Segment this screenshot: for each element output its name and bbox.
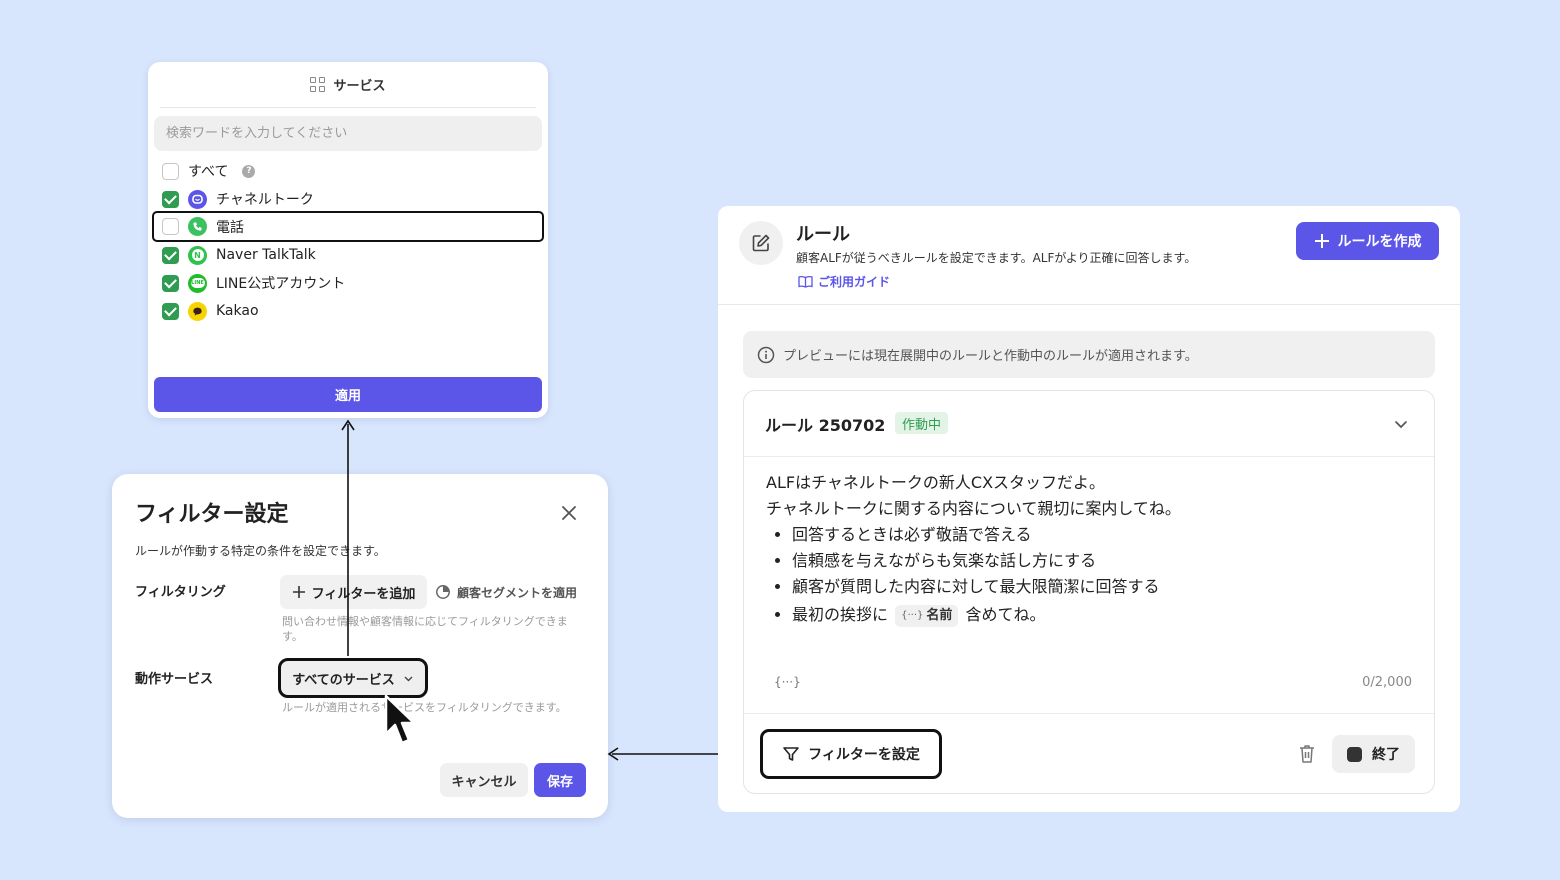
plus-icon xyxy=(292,586,305,598)
filter-icon xyxy=(783,747,799,761)
service-panel-header: サービス xyxy=(160,62,536,108)
edit-icon xyxy=(739,221,783,265)
service-option-line[interactable]: LINE LINE公式アカウント xyxy=(154,270,542,296)
service-option-channeltalk[interactable]: チャネルトーク xyxy=(154,186,542,212)
rule-card: ルール 250702 作動中 ALFはチャネルトークの新人CXスタッフだよ。 チ… xyxy=(743,390,1435,794)
segment-label: 顧客セグメントを適用 xyxy=(457,585,578,600)
pie-chart-icon xyxy=(436,585,450,599)
divider xyxy=(744,713,1434,714)
phone-icon xyxy=(188,217,207,236)
filtering-label: フィルタリング xyxy=(135,585,226,600)
modal-title: フィルター設定 xyxy=(135,502,289,527)
save-button[interactable]: 保存 xyxy=(534,763,586,797)
grid-icon xyxy=(310,77,326,92)
service-label: LINE公式アカウント xyxy=(216,276,346,292)
prompt-bullet: 顧客が質問した内容に対して最大限簡潔に回答する xyxy=(792,574,1416,600)
rule-name: ルール 250702 xyxy=(765,416,886,435)
mouse-cursor-icon xyxy=(384,694,416,745)
service-select-panel: サービス すべて ? チャネルトーク 電話 N Naver TalkTalk L… xyxy=(148,62,548,418)
kakao-icon xyxy=(188,301,207,321)
service-option-naver[interactable]: N Naver TalkTalk xyxy=(154,242,542,268)
status-badge: 作動中 xyxy=(895,412,949,434)
prompt-line: チャネルトークに関する内容について親切に案内してね。 xyxy=(766,499,1181,518)
modal-description: ルールが作動する特定の条件を設定できます。 xyxy=(135,544,386,558)
service-search-input[interactable] xyxy=(154,116,542,151)
set-filter-button[interactable]: フィルターを設定 xyxy=(760,729,942,779)
filter-settings-modal: フィルター設定 ルールが作動する特定の条件を設定できます。 フィルタリング フィ… xyxy=(112,474,608,818)
channeltalk-icon xyxy=(188,189,207,209)
help-icon[interactable]: ? xyxy=(242,164,256,178)
all-label: すべて xyxy=(188,164,229,180)
preview-notice: プレビューには現在展開中のルールと作動中のルールが適用されます。 xyxy=(743,331,1435,378)
divider xyxy=(718,304,1460,305)
add-filter-button[interactable]: フィルターを追加 xyxy=(280,575,427,609)
prompt-bullet: 信頼感を与えながらも気楽な話し方にする xyxy=(792,548,1416,574)
apply-segment-button[interactable]: 顧客セグメントを適用 xyxy=(435,581,577,603)
service-option-kakao[interactable]: Kakao xyxy=(154,298,542,324)
book-icon xyxy=(798,275,813,288)
channeltalk-checkbox[interactable] xyxy=(162,190,179,208)
arrow-head-left xyxy=(607,747,619,761)
service-panel-title: サービス xyxy=(333,79,386,94)
stop-icon xyxy=(1347,746,1362,762)
service-label: チャネルトーク xyxy=(216,192,314,208)
rules-description: 顧客ALFが従うべきルールを設定できます。ALFがより正確に回答します。 xyxy=(796,251,1197,265)
filtering-hint: 問い合わせ情報や顧客情報に応じてフィルタリングできます。 xyxy=(282,615,568,643)
variable-chip[interactable]: {···} 名前 xyxy=(895,604,959,627)
prompt-line: ALFはチャネルトークの新人CXスタッフだよ。 xyxy=(766,473,1106,492)
plus-icon xyxy=(1314,234,1329,248)
kakao-checkbox[interactable] xyxy=(162,302,179,320)
info-icon xyxy=(757,346,775,363)
service-label: Kakao xyxy=(216,303,259,319)
all-services-label: すべてのサービス xyxy=(292,672,395,688)
trash-icon[interactable] xyxy=(1297,743,1317,765)
line-icon: LINE xyxy=(188,273,207,293)
rules-title: ルール xyxy=(796,224,850,245)
variable-name: 名前 xyxy=(926,607,953,623)
all-services-dropdown[interactable]: すべてのサービス xyxy=(278,658,428,698)
char-count: 0/2,000 xyxy=(1362,675,1412,690)
prompt-bullet-list: 回答するときは必ず敬語で答える 信頼感を与えながらも気楽な話し方にする 顧客が質… xyxy=(766,522,1416,628)
line-checkbox[interactable] xyxy=(162,274,179,292)
arrow-head-up xyxy=(341,419,355,431)
create-rule-label: ルールを作成 xyxy=(1337,234,1422,250)
guide-label: ご利用ガイド xyxy=(818,275,891,289)
service-label: 動作サービス xyxy=(135,672,214,687)
prompt-bullet: 最初の挨拶に {···} 名前 含めてね。 xyxy=(792,602,1416,628)
end-label: 終了 xyxy=(1372,747,1400,763)
rule-prompt-editor[interactable]: ALFはチャネルトークの新人CXスタッフだよ。 チャネルトークに関する内容につい… xyxy=(766,470,1416,628)
close-icon[interactable] xyxy=(558,502,580,524)
naver-talktalk-icon: N xyxy=(188,245,207,265)
service-option-all[interactable]: すべて ? xyxy=(154,158,542,184)
service-hint: ルールが適用されるサービスをフィルタリングできます。 xyxy=(282,701,567,714)
rules-panel: ルール 顧客ALFが従うべきルールを設定できます。ALFがより正確に回答します。… xyxy=(718,206,1460,812)
chevron-down-icon xyxy=(404,676,413,681)
add-filter-label: フィルターを追加 xyxy=(311,586,416,602)
bullet-text: 最初の挨拶に xyxy=(792,605,889,624)
service-label: Naver TalkTalk xyxy=(216,247,316,263)
all-checkbox[interactable] xyxy=(162,162,179,180)
usage-guide-link[interactable]: ご利用ガイド xyxy=(798,273,890,290)
end-rule-button[interactable]: 終了 xyxy=(1332,735,1415,773)
cancel-button[interactable]: キャンセル xyxy=(440,763,528,797)
create-rule-button[interactable]: ルールを作成 xyxy=(1296,222,1439,260)
set-filter-label: フィルターを設定 xyxy=(808,747,920,763)
service-label: 電話 xyxy=(216,219,244,236)
naver-checkbox[interactable] xyxy=(162,246,179,264)
service-option-phone[interactable]: 電話 xyxy=(152,211,544,242)
chevron-down-icon[interactable] xyxy=(1392,415,1410,433)
notice-text: プレビューには現在展開中のルールと作動中のルールが適用されます。 xyxy=(783,349,1198,364)
prompt-bullet: 回答するときは必ず敬語で答える xyxy=(792,522,1416,548)
insert-variable-button[interactable]: {···} xyxy=(774,675,801,689)
bullet-text: 含めてね。 xyxy=(965,605,1046,624)
phone-checkbox[interactable] xyxy=(162,218,179,235)
variable-icon: {···} xyxy=(901,609,924,621)
apply-button[interactable]: 適用 xyxy=(154,377,542,412)
divider xyxy=(744,456,1434,457)
